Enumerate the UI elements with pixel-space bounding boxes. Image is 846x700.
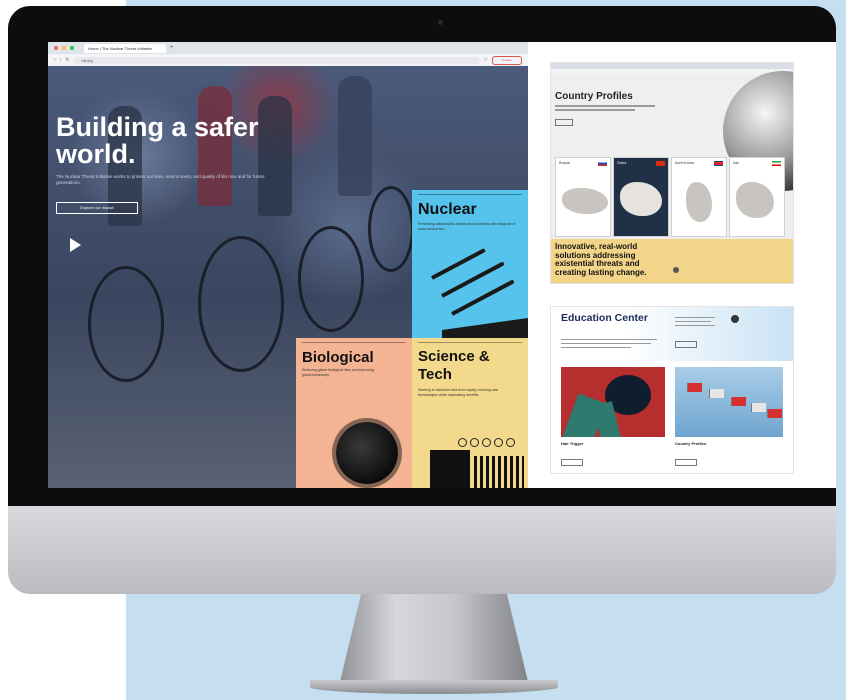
flag-icon [772,161,781,166]
hero-title: Building a safer world. [56,112,259,169]
education-center-card[interactable]: Education Center Hair Trigger Country Pr… [550,306,794,474]
text-line [561,339,657,341]
monitor-chin [8,506,836,594]
photo-cyclist [338,76,372,196]
country-profiles-card[interactable]: Country Profiles Russia China North Kore… [550,62,794,284]
country-map [686,182,712,222]
gear-icon [482,438,491,447]
panel-text: Preventing catastrophic attacks and acci… [418,222,516,231]
photo-wheel [298,226,364,332]
screen: Home | The Nuclear Threat Initiative + ‹… [48,42,836,488]
country-card-china[interactable]: China [613,157,669,237]
learn-more-button[interactable] [675,341,697,348]
country-name: North Korea [675,161,694,165]
panel-text: Working to minimize risks from rapidly e… [418,388,499,397]
star-icon[interactable]: ☆ [484,57,488,63]
filter-button[interactable] [555,119,573,126]
text-line [675,325,715,327]
flag-icon [714,161,723,166]
panel-title: Nuclear [418,201,477,218]
country-map [562,188,608,214]
machine-image [474,456,524,488]
monitor: Home | The Nuclear Threat Initiative + ‹… [8,6,836,594]
biological-panel[interactable]: Biological Reducing global biological ri… [296,338,412,488]
panel-title: Biological [302,349,374,366]
mission-banner: Innovative, real-world solutions address… [551,239,793,283]
banner-text: Innovative, real-world solutions address… [555,242,647,277]
photo-wheel [198,236,284,372]
close-window-icon[interactable] [54,46,58,50]
gear-icon [458,438,467,447]
machine-image [430,450,470,488]
hero-subtitle: The Nuclear Threat Initiative works to p… [56,174,265,185]
gear-icon [494,438,503,447]
monitor-base [310,680,558,694]
card-title: Education Center [561,312,648,324]
globe-icon [731,315,739,323]
new-tab-icon[interactable]: + [170,45,174,51]
country-card-iran[interactable]: Iran [729,157,785,237]
country-name: Iran [733,161,740,165]
text-line [561,347,631,349]
country-card-north-korea[interactable]: North Korea [671,157,727,237]
flag-icon [731,397,746,406]
hair-trigger-image [561,367,665,437]
panel-text: Reducing global biological risks and imp… [302,368,374,377]
divider [418,194,522,195]
country-name: Russia [559,161,570,165]
text-line [555,109,635,111]
country-card-russia[interactable]: Russia [555,157,611,237]
gear-icon [470,438,479,447]
flag-icon [598,161,607,166]
camera-icon [438,20,443,25]
text-line [561,343,651,345]
country-map [736,182,774,218]
text-line [555,105,655,107]
address-bar-row: ‹ › ↻ nti.org ☆ Donate [48,54,528,66]
tab-home[interactable]: Home | The Nuclear Threat Initiative [84,43,166,53]
virus-image [336,422,398,484]
zoom-window-icon[interactable] [70,46,74,50]
flag-icon [751,403,766,412]
donate-button[interactable]: Donate [492,55,522,65]
card-title: Country Profiles [555,91,633,102]
photo-wheel [88,266,164,382]
country-profiles-button[interactable] [675,459,697,466]
back-icon[interactable]: ‹ [54,57,56,63]
flag-icon [709,389,724,398]
launcher-image [442,318,528,338]
tab-bar: Home | The Nuclear Threat Initiative + [48,42,528,54]
photo-wheel [368,186,414,272]
country-name: China [617,161,627,165]
browser-window: Home | The Nuclear Threat Initiative + ‹… [48,42,528,488]
panel-title: Science & Tech [418,348,490,383]
flag-icon [656,161,665,166]
monitor-stand [338,594,530,690]
explore-button[interactable]: Explore our impact [56,202,138,214]
play-icon[interactable] [70,238,81,252]
item-caption: Hair Trigger [561,441,584,446]
forward-icon[interactable]: › [60,57,62,63]
country-map [620,182,662,216]
gear-icon [506,438,515,447]
text-line [675,321,711,323]
reload-icon[interactable]: ↻ [65,57,69,63]
mini-address-bar [551,69,793,74]
flag-icon [767,409,782,418]
minimize-window-icon[interactable] [62,46,66,50]
avatar [673,267,679,273]
divider [418,342,522,343]
text-line [675,317,715,319]
science-tech-panel[interactable]: Science & Tech Working to minimize risks… [412,338,528,488]
nuclear-panel[interactable]: Nuclear Preventing catastrophic attacks … [412,190,528,338]
url-field[interactable]: nti.org [73,56,480,64]
item-caption: Country Profiles [675,441,707,446]
hair-trigger-button[interactable] [561,459,583,466]
flags-image [675,367,783,437]
flag-icon [687,383,702,392]
divider [302,342,406,343]
